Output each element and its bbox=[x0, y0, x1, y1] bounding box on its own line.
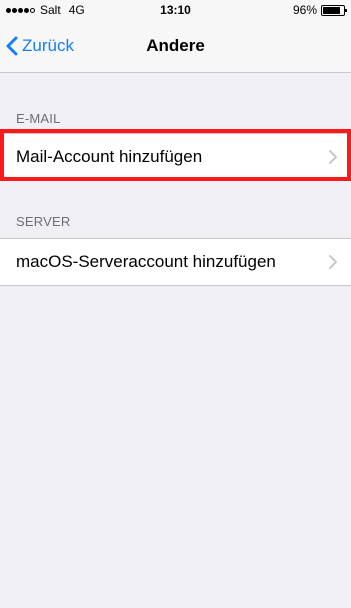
status-bar: Salt 4G 13:10 96% bbox=[0, 0, 351, 20]
page-title: Andere bbox=[146, 36, 205, 55]
row-label: Mail-Account hinzufügen bbox=[16, 147, 203, 166]
status-right: 96% bbox=[292, 3, 347, 17]
section-header-email: E-MAIL bbox=[16, 111, 61, 126]
add-macos-server-account-row[interactable]: macOS-Serveraccount hinzufügen bbox=[0, 238, 351, 286]
chevron-right-icon bbox=[329, 150, 337, 164]
battery-icon bbox=[321, 4, 347, 16]
add-mail-account-row[interactable]: Mail-Account hinzufügen bbox=[0, 133, 351, 181]
chevron-right-icon bbox=[329, 255, 337, 269]
row-label: macOS-Serveraccount hinzufügen bbox=[16, 252, 276, 271]
navigation-bar: Zurück Andere bbox=[0, 20, 351, 73]
battery-percent: 96% bbox=[292, 3, 317, 17]
section-header-server: SERVER bbox=[16, 214, 71, 229]
